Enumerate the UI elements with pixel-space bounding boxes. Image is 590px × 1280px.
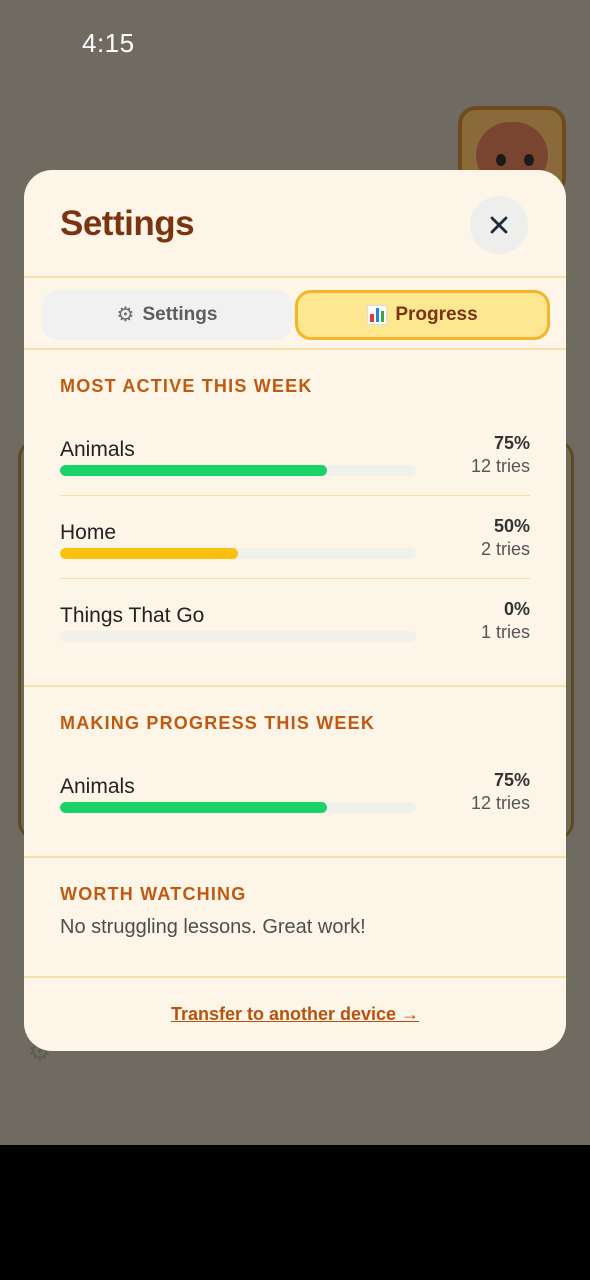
transfer-device-link[interactable]: Transfer to another device →: [171, 1004, 419, 1025]
tab-progress[interactable]: Progress: [295, 290, 550, 340]
mascot-eye-left: [496, 154, 506, 166]
lesson-percent: 50%: [493, 516, 530, 536]
lesson-tries: 2 tries: [480, 539, 530, 559]
lesson-name: Animals: [60, 775, 135, 798]
tab-settings[interactable]: ⚙ Settings: [42, 290, 292, 340]
mascot-eye-right: [524, 154, 534, 166]
gear-icon: ⚙: [116, 304, 135, 326]
close-button[interactable]: [470, 196, 528, 254]
progress-fill: [60, 548, 238, 559]
modal-footer: Transfer to another device →: [24, 978, 566, 1051]
tab-bar: ⚙ Settings Progress: [24, 278, 566, 350]
progress-fill: [60, 802, 327, 813]
lesson-tries: 1 tries: [480, 622, 530, 642]
status-bar-time: 4:15: [82, 28, 135, 58]
modal-title: Settings: [60, 204, 195, 243]
list-item: Things That Go 0% 1 tries: [60, 599, 530, 686]
progress-track: [60, 465, 416, 476]
section-title: MAKING PROGRESS THIS WEEK: [60, 713, 376, 733]
lesson-tries: 12 tries: [470, 793, 530, 813]
section-title: MOST ACTIVE THIS WEEK: [60, 376, 313, 396]
lesson-percent: 75%: [493, 770, 530, 790]
lesson-name: Things That Go: [60, 604, 205, 627]
close-icon: [490, 216, 508, 234]
empty-state-message: No struggling lessons. Great work!: [60, 916, 366, 938]
settings-modal: Settings ⚙ Settings Progress MOST ACTIVE…: [24, 170, 566, 1051]
lesson-name: Animals: [60, 438, 135, 461]
bar-chart-icon: [367, 305, 388, 325]
progress-fill: [60, 465, 327, 476]
row-divider: [60, 495, 530, 496]
progress-track: [60, 631, 416, 642]
lesson-percent: 0%: [503, 599, 530, 619]
tab-settings-label: Settings: [142, 304, 218, 325]
lesson-percent: 75%: [493, 433, 530, 453]
tab-progress-label: Progress: [395, 304, 478, 325]
section-making-progress: MAKING PROGRESS THIS WEEK Animals 75% 12…: [24, 687, 566, 858]
section-worth-watching: WORTH WATCHING No struggling lessons. Gr…: [24, 858, 566, 978]
list-item: Animals 75% 12 tries: [60, 770, 530, 857]
lesson-tries: 12 tries: [470, 456, 530, 476]
modal-header: Settings: [24, 170, 566, 278]
lesson-name: Home: [60, 521, 117, 544]
section-most-active: MOST ACTIVE THIS WEEK Animals 75% 12 tri…: [24, 350, 566, 687]
row-divider: [60, 578, 530, 579]
progress-track: [60, 802, 416, 813]
list-item: Animals 75% 12 tries: [60, 433, 530, 520]
list-item: Home 50% 2 tries: [60, 516, 530, 603]
progress-track: [60, 548, 416, 559]
section-title: WORTH WATCHING: [60, 884, 247, 904]
